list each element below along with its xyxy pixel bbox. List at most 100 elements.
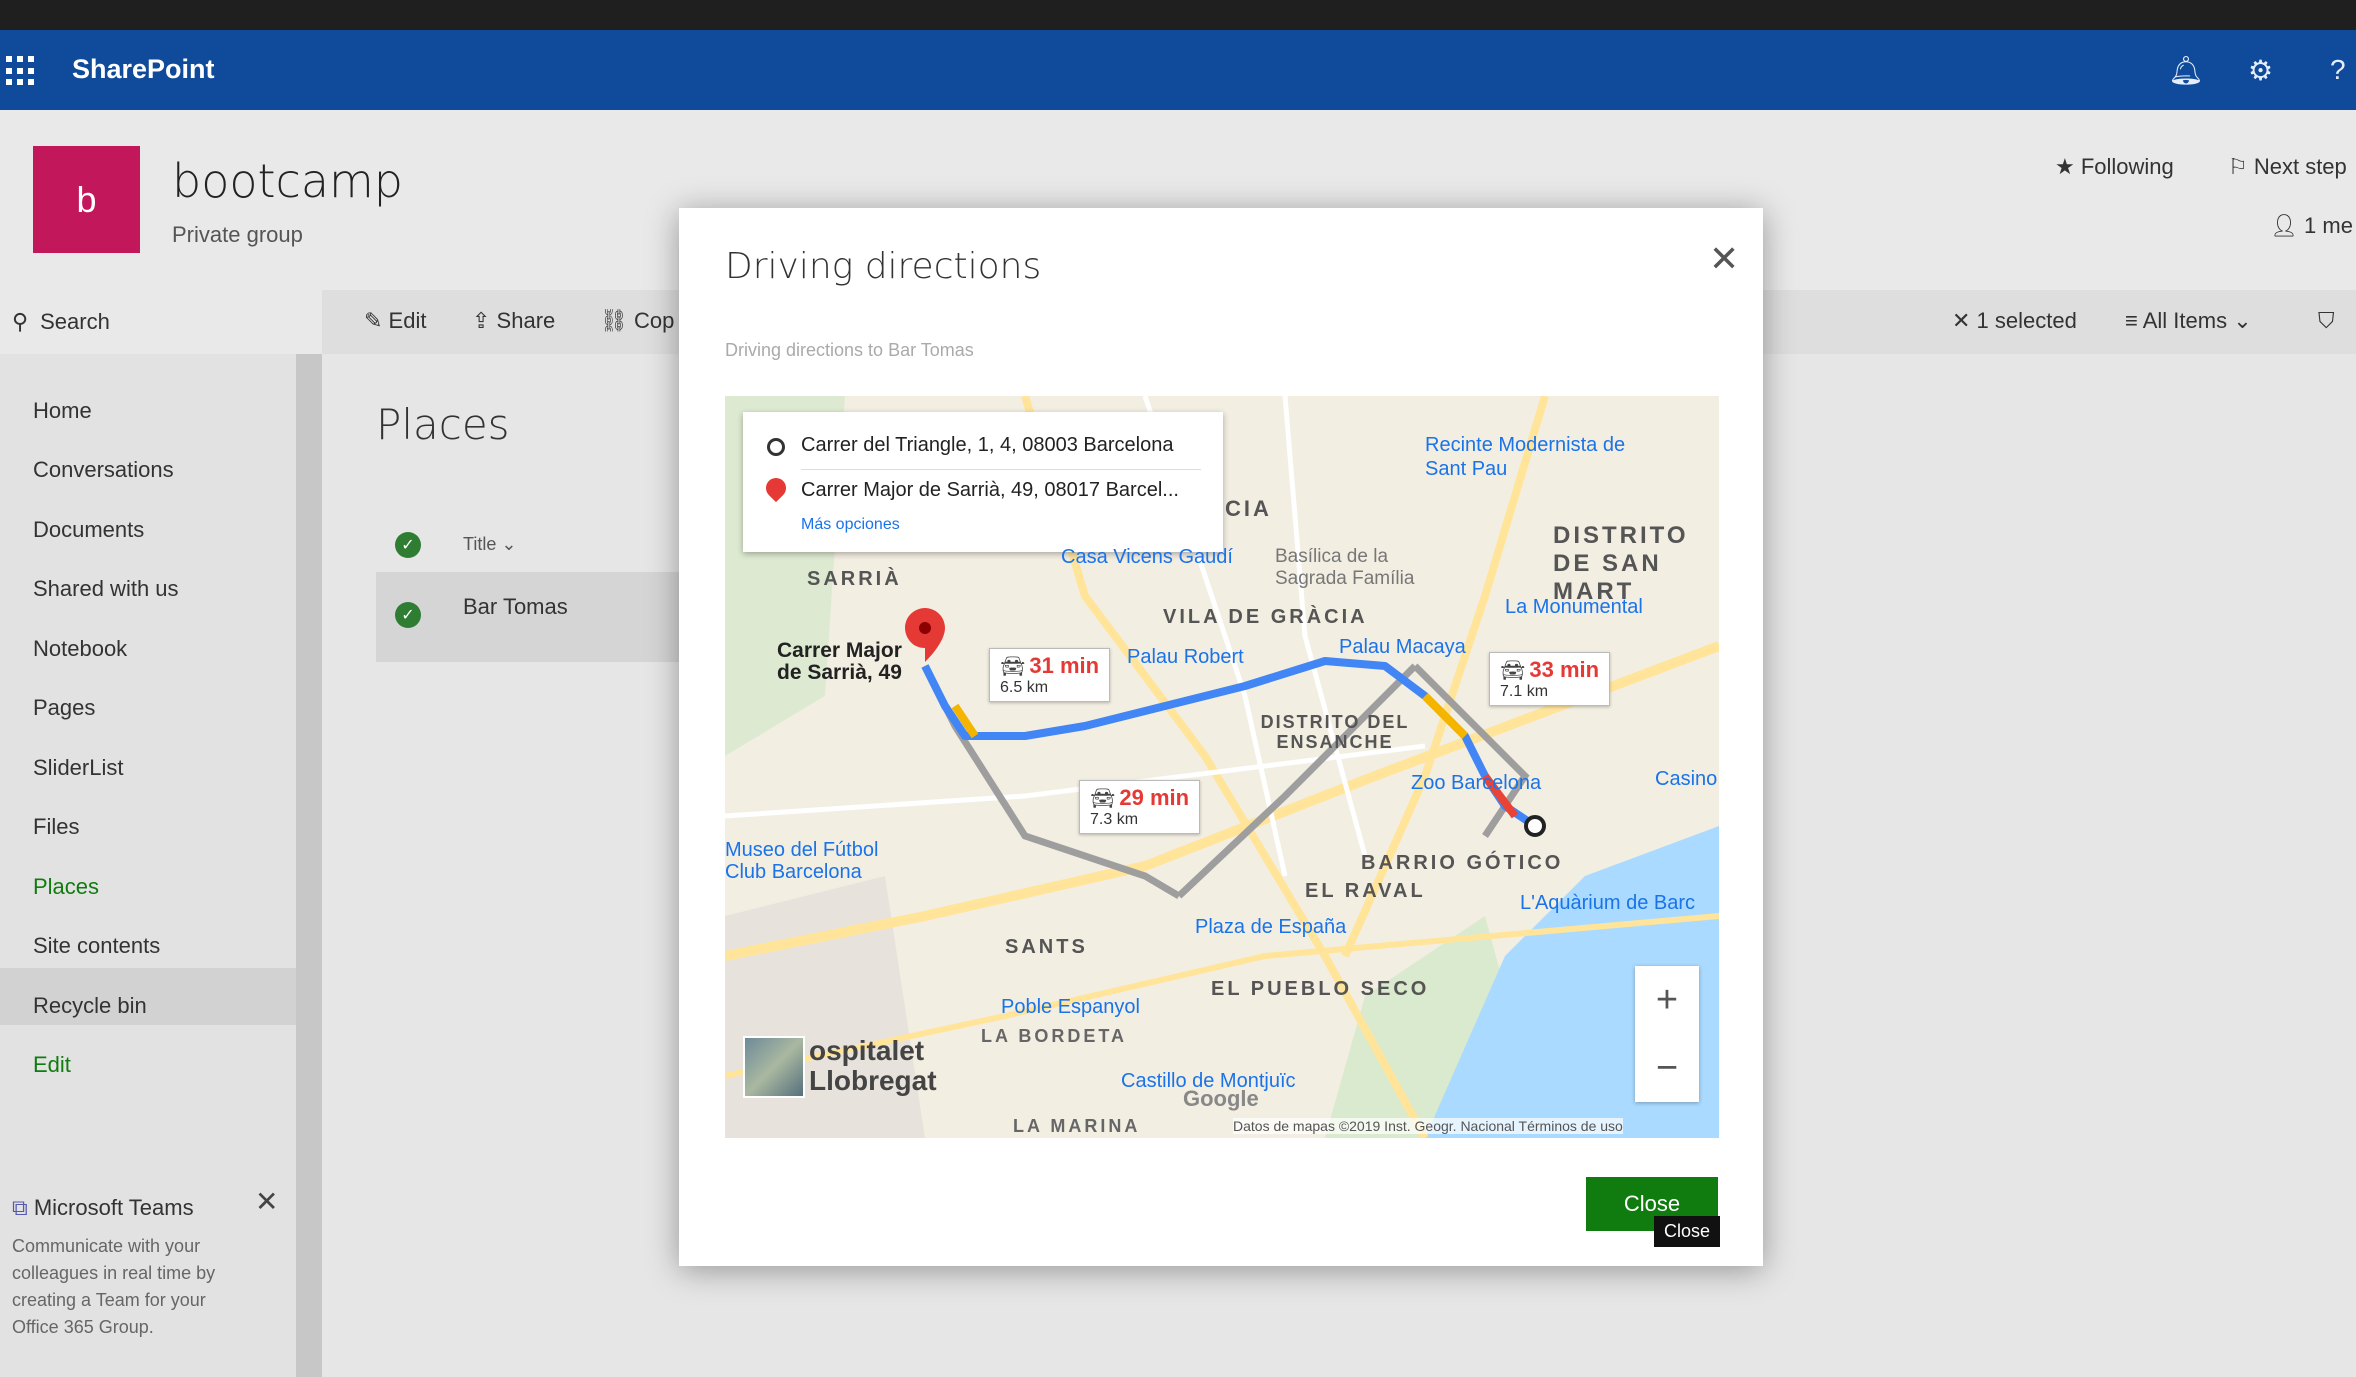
- gear-icon[interactable]: ⚙: [2248, 54, 2273, 87]
- poi-palau-robert[interactable]: Palau Robert: [1127, 646, 1244, 669]
- filter-icon[interactable]: ⛉: [2318, 308, 2335, 334]
- select-all-checkbox[interactable]: ✓: [395, 532, 421, 558]
- nav-item-recycle-bin[interactable]: Recycle bin: [33, 993, 147, 1019]
- route-time-box-2[interactable]: 🚘︎ 29 min 7.3 km: [1079, 780, 1201, 834]
- poi-casino[interactable]: Casino: [1655, 768, 1717, 791]
- poi-aquarium[interactable]: L'Aquàrium de Barc: [1520, 892, 1695, 915]
- route-time-box-3[interactable]: 🚘︎ 33 min 7.1 km: [1489, 652, 1611, 706]
- area-label-marina: LA MARINA: [1013, 1116, 1141, 1136]
- poi-sagrada-familia[interactable]: Basílica de la Sagrada Família: [1275, 546, 1445, 590]
- edit-command-label: Edit: [388, 308, 427, 333]
- column-header-title[interactable]: Title ⌄: [463, 534, 516, 555]
- area-label-sants: SANTS: [1005, 936, 1088, 958]
- chevron-down-icon: ⌄: [496, 534, 517, 554]
- nav-item-site-contents[interactable]: Site contents: [33, 933, 160, 959]
- group-type: Private group: [172, 222, 303, 247]
- car-icon: 🚘︎: [1000, 656, 1026, 678]
- route-origin[interactable]: Carrer del Triangle, 1, 4, 08003 Barcelo…: [801, 434, 1173, 457]
- poi-palau-macaya[interactable]: Palau Macaya: [1339, 636, 1466, 659]
- nav-item-files[interactable]: Files: [33, 814, 79, 840]
- bell-icon[interactable]: 🔔︎: [2168, 54, 2204, 87]
- route-2-time: 29 min: [1119, 785, 1190, 810]
- following-button[interactable]: ★ Following: [2055, 154, 2174, 180]
- more-options-link[interactable]: Más opciones: [801, 516, 900, 534]
- nav-item-pages[interactable]: Pages: [33, 695, 95, 721]
- poi-casa-vicens[interactable]: Casa Vicens Gaudí: [1061, 546, 1233, 569]
- poi-museo-futbol[interactable]: Museo del Fútbol Club Barcelona: [725, 840, 895, 884]
- star-icon: ★: [2055, 154, 2081, 179]
- teams-promo-close-icon[interactable]: ✕: [255, 1185, 278, 1218]
- nav-item-places[interactable]: Places: [33, 874, 99, 900]
- poi-la-monumental[interactable]: La Monumental: [1505, 596, 1643, 619]
- route-3-time: 33 min: [1529, 657, 1600, 682]
- column-header-label: Title: [463, 534, 497, 554]
- route-1-time: 31 min: [1029, 653, 1100, 678]
- zoom-out-button[interactable]: −: [1635, 1034, 1699, 1102]
- sharepoint-brand[interactable]: SharePoint: [72, 54, 215, 85]
- dialog-subtitle: Driving directions to Bar Tomas: [725, 340, 974, 360]
- poi-zoo[interactable]: Zoo Barcelona: [1411, 772, 1541, 795]
- area-label-sant-marti: DISTRITO DE SAN MART: [1553, 522, 1689, 605]
- nav-edit-link[interactable]: Edit: [33, 1052, 71, 1078]
- pencil-icon: ✎: [364, 308, 389, 333]
- nav-item-notebook[interactable]: Notebook: [33, 636, 127, 662]
- copy-link-command[interactable]: ⛓ Cop: [600, 308, 674, 334]
- route-destination[interactable]: Carrer Major de Sarrià, 49, 08017 Barcel…: [801, 479, 1179, 502]
- poi-sant-pau[interactable]: Recinte Modernista de Sant Pau: [1425, 434, 1635, 482]
- clear-selection-command[interactable]: ✕ 1 selected: [1952, 308, 2077, 334]
- nav-item-shared-with-us[interactable]: Shared with us: [33, 576, 179, 602]
- route-time-box-1[interactable]: 🚘︎ 31 min 6.5 km: [989, 648, 1111, 702]
- table-row[interactable]: ✓ Bar Tomas: [376, 572, 696, 662]
- map-embed[interactable]: Carrer del Triangle, 1, 4, 08003 Barcelo…: [725, 396, 1719, 1138]
- nav-item-documents[interactable]: Documents: [33, 517, 144, 543]
- satellite-toggle-thumbnail[interactable]: [743, 1036, 805, 1098]
- row-checkbox[interactable]: ✓: [395, 602, 421, 628]
- teams-promo-title: ⧉ Microsoft Teams: [12, 1195, 194, 1221]
- edit-command[interactable]: ✎ Edit: [364, 308, 426, 334]
- next-steps-button[interactable]: ⚐ Next step: [2228, 154, 2347, 180]
- dialog-close-icon[interactable]: ✕: [1709, 238, 1739, 280]
- share-command[interactable]: ⇪ Share: [472, 308, 555, 334]
- members-button[interactable]: 👤︎ 1 me: [2270, 213, 2353, 239]
- area-label-cia: CIA: [1225, 496, 1272, 521]
- map-attribution[interactable]: Datos de mapas ©2019 Inst. Geogr. Nacion…: [1233, 1118, 1623, 1134]
- nav-item-sliderlist[interactable]: SliderList: [33, 755, 123, 781]
- help-icon[interactable]: ?: [2330, 54, 2346, 86]
- members-label: 1 me: [2304, 213, 2353, 238]
- poi-plaza-espana[interactable]: Plaza de España: [1195, 916, 1346, 939]
- car-icon: 🚘︎: [1500, 660, 1526, 682]
- poi-aquarium-label: L'Aquàrium de Barc: [1520, 892, 1696, 914]
- area-label-gracia: VILA DE GRÀCIA: [1163, 606, 1368, 628]
- poi-museo-futbol-label: Museo del Fútbol Club Barcelona: [725, 839, 879, 883]
- nav-item-home[interactable]: Home: [33, 398, 92, 424]
- destination-pin-icon: [761, 473, 791, 503]
- teams-title-text: Microsoft Teams: [33, 1195, 194, 1220]
- close-tooltip: Close: [1654, 1216, 1721, 1247]
- car-icon: 🚘︎: [1090, 788, 1116, 810]
- zoom-in-button[interactable]: +: [1635, 966, 1699, 1034]
- area-label-raval: EL RAVAL: [1305, 880, 1426, 902]
- browser-tab-strip: [0, 0, 2356, 30]
- share-command-label: Share: [496, 308, 556, 333]
- search-box[interactable]: ⚲ Search: [0, 290, 322, 354]
- nav-scrollbar[interactable]: [296, 354, 322, 1377]
- dialog-title: Driving directions: [725, 246, 1042, 287]
- nav-item-conversations[interactable]: Conversations: [33, 457, 174, 483]
- poi-sant-pau-label: Recinte Modernista de Sant Pau: [1425, 434, 1626, 480]
- route-1-distance: 6.5 km: [1000, 679, 1049, 696]
- copy-command-label: Cop: [634, 308, 675, 333]
- row-title[interactable]: Bar Tomas: [463, 594, 568, 620]
- group-name[interactable]: bootcamp: [172, 154, 403, 208]
- app-launcher-icon[interactable]: [6, 56, 36, 86]
- poi-palau-robert-label: Palau Robert: [1127, 646, 1244, 668]
- route-3-distance: 7.1 km: [1500, 683, 1549, 700]
- list-title: Places: [376, 400, 510, 449]
- google-logo: Google: [1183, 1086, 1259, 1111]
- driving-directions-dialog: Driving directions ✕ Driving directions …: [679, 208, 1763, 1266]
- route-endpoints-panel: Carrer del Triangle, 1, 4, 08003 Barcelo…: [743, 412, 1223, 552]
- poi-poble-espanyol[interactable]: Poble Espanyol: [1001, 996, 1140, 1019]
- area-label-hospitalet: ospitalet Llobregat: [809, 1035, 937, 1096]
- area-label-gotic: BARRIO GÓTICO: [1361, 852, 1564, 874]
- person-icon: 👤︎: [2270, 213, 2305, 238]
- view-selector[interactable]: ≡ All Items ⌄: [2125, 308, 2252, 334]
